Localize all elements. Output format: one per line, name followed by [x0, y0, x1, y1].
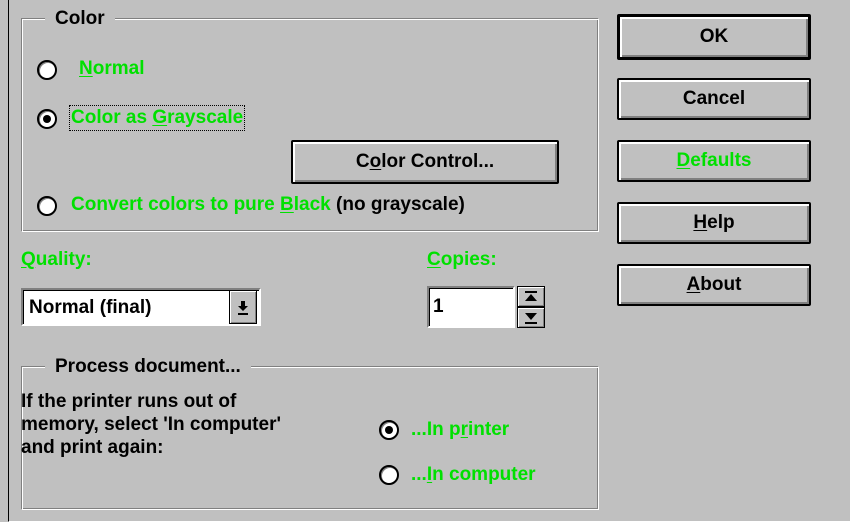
copies-spin-down-button[interactable] [517, 307, 545, 328]
ok-button[interactable]: OK [617, 14, 811, 60]
process-document-title: Process document... [45, 356, 251, 378]
no-grayscale-note: (no grayscale) [336, 194, 465, 215]
arrow-up-icon [525, 290, 537, 301]
convert-to-black-radio[interactable] [37, 196, 57, 216]
copies-label: Copies: [427, 249, 497, 270]
normal-radio[interactable] [37, 60, 57, 80]
printer-options-dialog: Color Normal Color as Grayscale Co lor Co… [8, 0, 850, 522]
quality-select[interactable]: Normal (final) [21, 288, 261, 326]
help-button[interactable]: Help [617, 202, 811, 244]
in-computer-radio[interactable] [379, 465, 399, 485]
convert-to-black-label[interactable]: Convert colors to pure Black (no graysca… [71, 194, 465, 216]
chevron-down-icon [238, 301, 248, 315]
defaults-button[interactable]: Defaults [617, 140, 811, 182]
quality-select-value: Normal (final) [29, 297, 152, 318]
normal-radio-label[interactable]: Normal [79, 58, 144, 80]
process-document-description: If the printer runs out of memory, selec… [21, 391, 281, 458]
selected-dot [385, 426, 393, 434]
in-printer-label[interactable]: ...In printer [411, 419, 509, 441]
color-as-grayscale-label[interactable]: Color as Grayscale [68, 105, 246, 131]
quality-dropdown-button[interactable] [229, 290, 257, 324]
color-group-title: Color [45, 8, 115, 30]
arrow-down-icon [525, 312, 537, 324]
color-as-grayscale-radio[interactable] [37, 109, 57, 129]
about-button[interactable]: About [617, 264, 811, 306]
in-computer-label[interactable]: ...In computer [411, 464, 536, 486]
in-printer-radio[interactable] [379, 420, 399, 440]
color-control-button[interactable]: Co lor Control... [291, 140, 559, 184]
quality-label: Quality: [21, 249, 92, 270]
copies-input[interactable]: 1 [427, 286, 515, 328]
selected-dot [43, 115, 51, 123]
copies-input-value: 1 [433, 296, 444, 317]
cancel-button[interactable]: Cancel [617, 78, 811, 120]
copies-spin-up-button[interactable] [517, 286, 545, 307]
